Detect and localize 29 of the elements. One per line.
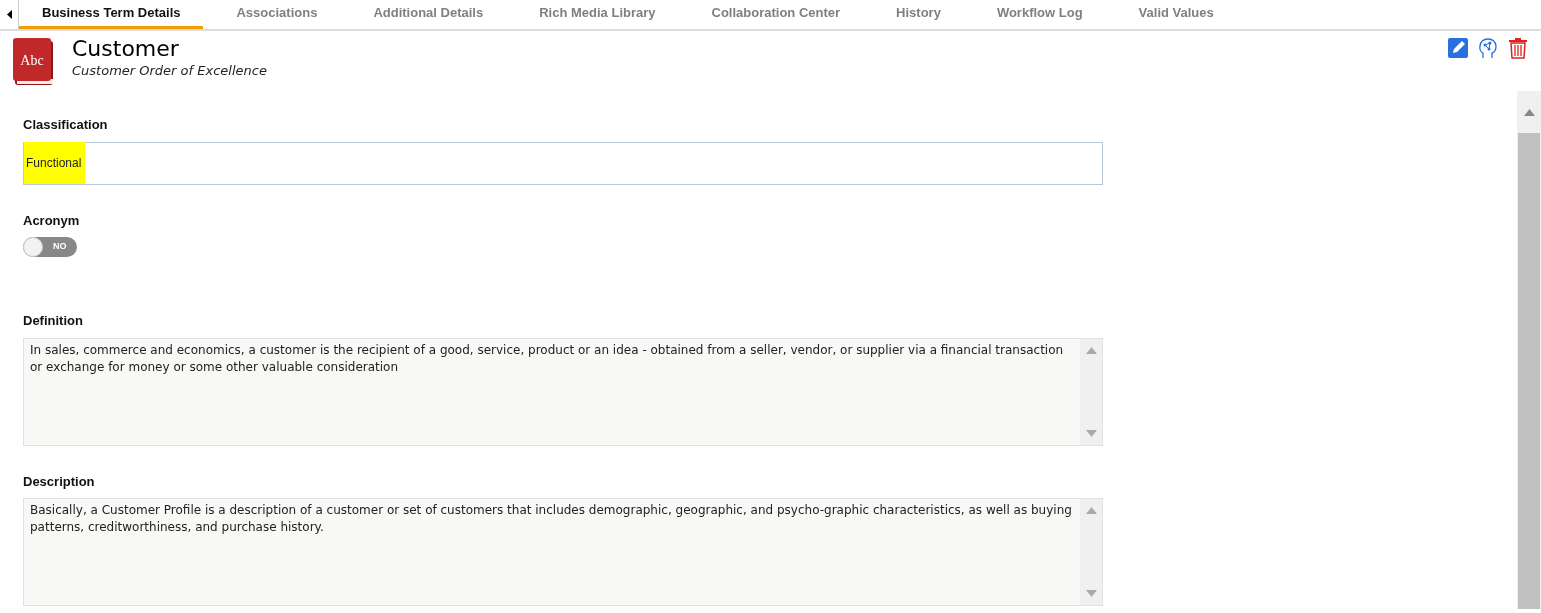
tab[interactable]: Associations <box>213 0 341 29</box>
field-label: Description <box>23 472 96 491</box>
field-label: Definition <box>23 312 84 330</box>
edit-icon[interactable] <box>1447 37 1469 59</box>
scroll-down-icon[interactable] <box>1085 429 1097 437</box>
tab[interactable]: Additional Details <box>350 0 507 29</box>
field-label: Classification <box>23 116 109 134</box>
trash-icon[interactable] <box>1507 37 1529 59</box>
text-area[interactable]: Basically, a Customer Profile is a description of a customer or set of customers that includes demographic, geographic, and psycho-graphic characteristics, as well as buying patterns, creditworthiness, and purchase history. <box>23 498 1103 606</box>
acronym-toggle[interactable]: NO <box>23 237 77 257</box>
tab[interactable]: History <box>873 0 964 29</box>
scroll-left-icon[interactable] <box>6 10 12 19</box>
field-label: Acronym <box>23 211 81 230</box>
scroll-down-icon[interactable] <box>1085 590 1097 597</box>
tab[interactable]: Workflow Log <box>973 0 1106 29</box>
title: Customer <box>72 37 180 61</box>
page-scrollbar[interactable] <box>1517 91 1541 609</box>
field-value: Functional <box>24 142 86 184</box>
scroll-up-icon[interactable] <box>1085 346 1097 354</box>
text-area[interactable]: In sales, commerce and economics, a customer is the recipient of a good, service, product or an idea - obtained from a seller, vendor, or supplier via a financial transaction or exchange for money or some other valuable consideration <box>23 337 1103 446</box>
tab[interactable]: Rich Media Library <box>516 0 679 29</box>
subtitle: Customer Order of Excellence <box>72 62 267 80</box>
tab[interactable]: Collaboration Center <box>688 0 864 29</box>
scroll-up-icon[interactable] <box>1085 507 1097 514</box>
scroll-up-icon[interactable] <box>1523 109 1535 117</box>
tab[interactable]: Valid Values <box>1115 0 1237 29</box>
head-network-icon[interactable] <box>1477 37 1499 59</box>
classification-field[interactable]: Functional <box>23 141 1103 185</box>
tab[interactable]: Business Term Details <box>19 0 204 29</box>
